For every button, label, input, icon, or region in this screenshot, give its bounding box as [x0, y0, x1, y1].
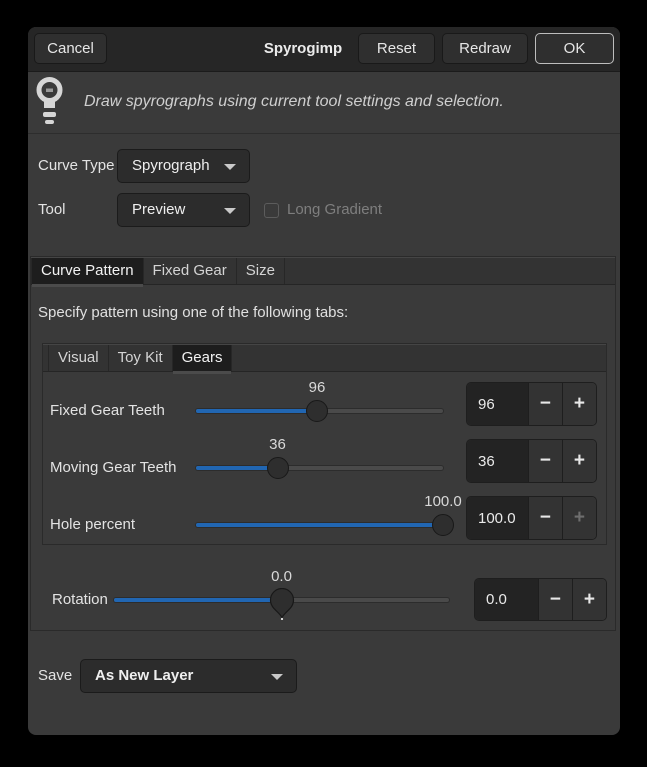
tab-gears[interactable]: Gears [173, 345, 233, 371]
slider-value-label: 100.0 [424, 493, 462, 511]
hole-percent-slider[interactable]: 100.0 [196, 493, 443, 545]
curve-type-label: Curve Type [38, 156, 114, 176]
slider-handle[interactable] [432, 514, 454, 536]
rotation-label: Rotation [52, 590, 108, 610]
fixed-gear-teeth-label: Fixed Gear Teeth [50, 401, 165, 421]
lightbulb-icon [36, 76, 63, 128]
long-gradient-label: Long Gradient [287, 200, 382, 220]
dialog-title: Spyrogimp [228, 27, 378, 71]
ok-button[interactable]: OK [535, 33, 614, 64]
tab-toy-kit[interactable]: Toy Kit [109, 345, 173, 371]
minus-icon[interactable]: − [528, 497, 562, 539]
rotation-input[interactable]: 0.0 [475, 579, 538, 620]
plus-glyph: + [574, 507, 585, 529]
pin-handle-icon [269, 588, 295, 620]
moving-gear-teeth-label: Moving Gear Teeth [50, 458, 176, 478]
plus-icon: + [562, 497, 596, 539]
curve-type-value: Spyrograph [132, 157, 210, 174]
tool-dropdown[interactable]: Preview [117, 193, 250, 227]
plus-glyph: + [584, 589, 595, 611]
hole-percent-label: Hole percent [50, 515, 135, 535]
tab-visual[interactable]: Visual [48, 345, 109, 371]
spyrogimp-dialog: Cancel Spyrogimp Reset Redraw OK Draw sp… [28, 27, 620, 735]
info-bar: Draw spyrographs using current tool sett… [28, 71, 620, 134]
chevron-down-icon [224, 164, 236, 170]
slider-fill [196, 409, 317, 413]
fixed-gear-teeth-input[interactable]: 96 [467, 383, 528, 425]
slider-value-label: 36 [269, 436, 286, 454]
minus-glyph: − [540, 450, 551, 472]
moving-gear-teeth-input[interactable]: 36 [467, 440, 528, 482]
tab-size[interactable]: Size [237, 258, 285, 284]
plus-glyph: + [574, 450, 585, 472]
minus-icon[interactable]: − [538, 579, 572, 620]
minus-icon[interactable]: − [528, 440, 562, 482]
header-bar: Cancel Spyrogimp Reset Redraw OK [28, 27, 620, 72]
slider-pin-handle[interactable] [269, 588, 295, 620]
fixed-gear-teeth-spinbox: 96 − + [466, 382, 597, 426]
moving-gear-teeth-spinbox: 36 − + [466, 439, 597, 483]
redraw-button[interactable]: Redraw [442, 33, 528, 64]
main-tabstrip: Curve Pattern Fixed Gear Size [31, 257, 615, 285]
rotation-slider[interactable]: 0.0 [114, 568, 449, 620]
curve-type-dropdown[interactable]: Spyrograph [117, 149, 250, 183]
tab-fixed-gear[interactable]: Fixed Gear [144, 258, 237, 284]
cancel-button[interactable]: Cancel [34, 33, 107, 64]
pattern-tabstrip: Visual Toy Kit Gears [43, 344, 606, 372]
save-dropdown[interactable]: As New Layer [80, 659, 297, 693]
save-label: Save [38, 666, 72, 686]
plus-icon[interactable]: + [572, 579, 606, 620]
rotation-spinbox: 0.0 − + [474, 578, 607, 621]
slider-value-label: 0.0 [271, 568, 292, 586]
minus-glyph: − [540, 393, 551, 415]
plus-glyph: + [574, 393, 585, 415]
tool-value: Preview [132, 201, 185, 218]
chevron-down-icon [271, 674, 283, 680]
reset-button[interactable]: Reset [358, 33, 435, 64]
slider-track[interactable] [196, 523, 443, 527]
slider-track[interactable] [196, 466, 443, 470]
slider-value-label: 96 [309, 379, 326, 397]
slider-fill [196, 466, 278, 470]
pattern-instruction: Specify pattern using one of the followi… [38, 304, 348, 321]
plus-icon[interactable]: + [562, 440, 596, 482]
slider-fill [196, 523, 443, 527]
slider-handle[interactable] [306, 400, 328, 422]
long-gradient-checkbox [264, 203, 279, 218]
dialog-description: Draw spyrographs using current tool sett… [84, 71, 504, 133]
chevron-down-icon [224, 208, 236, 214]
moving-gear-teeth-slider[interactable]: 36 [196, 436, 443, 488]
tool-label: Tool [38, 200, 66, 220]
fixed-gear-teeth-slider[interactable]: 96 [196, 379, 443, 431]
slider-fill [114, 598, 282, 602]
plus-icon[interactable]: + [562, 383, 596, 425]
minus-glyph: − [540, 507, 551, 529]
save-value: As New Layer [95, 667, 193, 684]
minus-glyph: − [550, 589, 561, 611]
hole-percent-input[interactable]: 100.0 [467, 497, 528, 539]
minus-icon[interactable]: − [528, 383, 562, 425]
tab-curve-pattern[interactable]: Curve Pattern [31, 258, 144, 284]
hole-percent-spinbox: 100.0 − + [466, 496, 597, 540]
slider-handle[interactable] [267, 457, 289, 479]
